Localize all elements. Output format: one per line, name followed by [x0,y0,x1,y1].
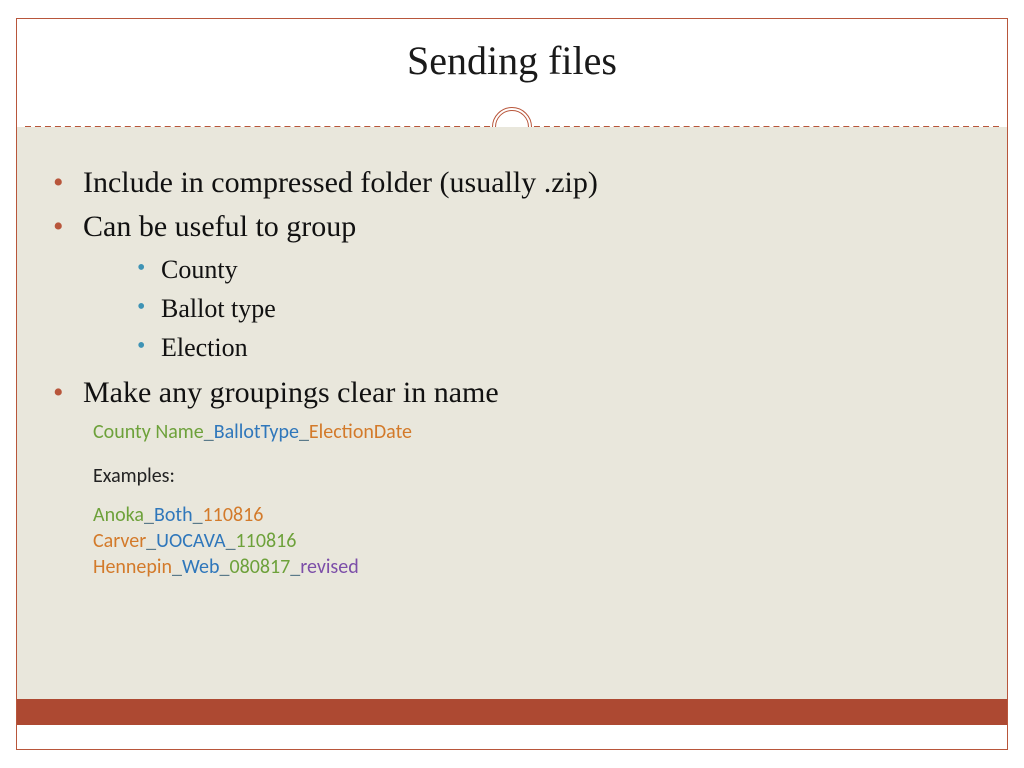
ex-date: 080817 [229,555,290,579]
ex-ballot: Both [154,503,193,527]
sub-list: County Ballot type Election [135,250,987,367]
bullet-item: Include in compressed folder (usually .z… [51,161,987,205]
underscore: _ [172,555,182,579]
ex-ballot: UOCAVA [156,529,225,553]
examples-block: Anoka_Both_110816 Carver_UOCAVA_110816 H… [93,502,987,580]
underscore: _ [219,555,229,579]
ex-county: Anoka [93,503,144,527]
ex-date: 110816 [236,529,297,553]
pattern-county: County Name [93,420,204,444]
slide-title: Sending files [17,19,1007,84]
bullet-item: Can be useful to group County Ballot typ… [51,205,987,368]
examples-label: Examples: [93,464,987,488]
underscore: _ [144,503,154,527]
sub-item: Ballot type [135,289,987,328]
underscore: _ [299,420,309,444]
ex-suffix: revised [300,555,358,579]
ex-date: 110816 [203,503,264,527]
footer-bar [17,699,1007,725]
title-area: Sending files [17,19,1007,127]
pattern-date: ElectionDate [309,420,412,444]
underscore: _ [146,529,156,553]
ex-county: Hennepin [93,555,172,579]
sub-item: County [135,250,987,289]
example-row: Carver_UOCAVA_110816 [93,528,987,554]
example-row: Anoka_Both_110816 [93,502,987,528]
naming-pattern: County Name_BallotType_ElectionDate [93,419,987,446]
ex-ballot: Web [182,555,220,579]
underscore: _ [193,503,203,527]
slide: Sending files Include in compressed fold… [16,18,1008,750]
bullet-text: Can be useful to group [83,210,356,243]
example-row: Hennepin_Web_080817_revised [93,554,987,580]
sub-item: Election [135,328,987,367]
body-area: Include in compressed folder (usually .z… [17,127,1007,725]
ex-county: Carver [93,529,146,553]
bullet-list: Include in compressed folder (usually .z… [51,161,987,415]
bullet-item: Make any groupings clear in name [51,371,987,415]
underscore: _ [204,420,214,444]
underscore: _ [290,555,300,579]
pattern-ballot: BallotType [214,420,299,444]
underscore: _ [226,529,236,553]
